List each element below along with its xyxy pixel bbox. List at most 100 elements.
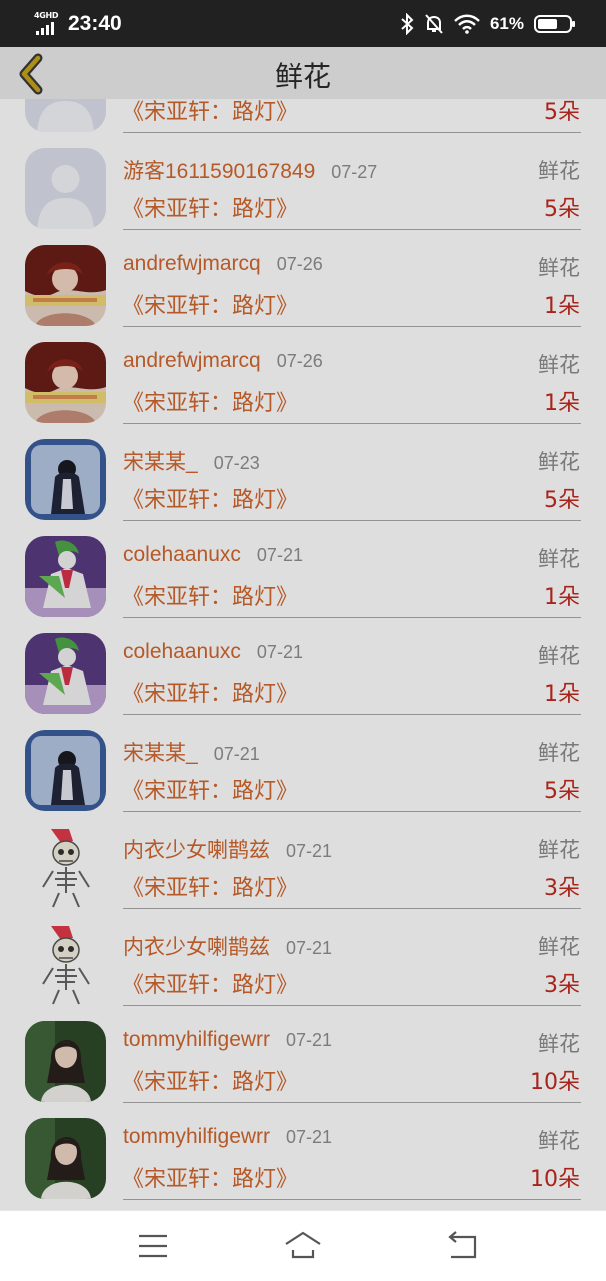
flower-gift-list[interactable]: 《宋亚轩：路灯》 5朵 游客1611590167849 07-27 鲜花 《宋亚轩：路灯》… [0,99,606,1209]
home-button[interactable] [283,1228,323,1264]
flower-count: 10朵 [530,1070,580,1095]
gift-list-item[interactable]: 内衣少女喇鹊兹 07-21 鲜花《宋亚轩：路灯》 3朵 [0,812,606,909]
menu-icon [139,1234,167,1258]
gift-list-item[interactable]: tommyhilfigewrr 07-21 鲜花《宋亚轩：路灯》 10朵 [0,1006,606,1103]
work-title[interactable]: 《宋亚轩：路灯》 [122,676,298,708]
username[interactable]: 宋某某_ 07-23 [123,446,260,476]
flower-count: 3朵 [544,876,580,901]
gift-list-item[interactable]: 宋某某_ 07-21 鲜花《宋亚轩：路灯》 5朵 [0,715,606,812]
gift-type: 鲜花 [538,159,580,183]
gift-date: 07-21 [256,642,303,662]
flower-count: 5朵 [544,488,580,513]
gift-type: 鲜花 [538,644,580,668]
gift-date: 07-26 [276,351,323,371]
divider [123,1199,581,1200]
flower-count: 3朵 [544,973,580,998]
avatar[interactable] [25,439,106,520]
page-title: 鲜花 [274,60,331,93]
work-title[interactable]: 《宋亚轩：路灯》 [122,385,298,417]
avatar[interactable] [25,730,106,811]
work-title[interactable]: 《宋亚轩：路灯》 [122,773,298,805]
back-button[interactable] [12,52,52,96]
network-type: 4GHD [34,10,59,20]
bluetooth-icon [401,12,414,35]
gift-list-item[interactable]: 内衣少女喇鹊兹 07-21 鲜花《宋亚轩：路灯》 3朵 [0,909,606,1006]
username[interactable]: colehaanuxc 07-21 [123,640,303,664]
battery-icon [534,14,575,33]
flower-count: 1朵 [544,585,580,610]
gift-type: 鲜花 [538,741,580,765]
avatar[interactable] [25,245,106,326]
gift-type: 鲜花 [538,1129,580,1153]
battery-percent: 61% [489,13,524,33]
gift-list-item[interactable]: andrefwjmarcq 07-26 鲜花《宋亚轩：路灯》 1朵 [0,230,606,327]
back-icon [448,1231,477,1259]
username[interactable]: andrefwjmarcq 07-26 [123,349,323,373]
gift-list-item[interactable]: 宋某某_ 07-23 鲜花《宋亚轩：路灯》 5朵 [0,424,606,521]
gift-type: 鲜花 [538,353,580,377]
username[interactable]: 内衣少女喇鹊兹 07-21 [123,931,332,961]
work-title[interactable]: 《宋亚轩：路灯》 [122,967,298,999]
flower-count: 1朵 [544,682,580,707]
gift-date: 07-21 [286,841,333,861]
menu-button[interactable] [133,1228,173,1264]
username[interactable]: colehaanuxc 07-21 [123,543,303,567]
app-header: 鲜花 [0,47,606,99]
username[interactable]: 内衣少女喇鹊兹 07-21 [123,834,332,864]
username[interactable]: tommyhilfigewrr 07-21 [123,1125,332,1149]
gift-list-item[interactable]: tommyhilfigewrr 07-21 鲜花《宋亚轩：路灯》 10朵 [0,1103,606,1200]
gift-list-item[interactable]: 游客1611590167849 07-27 鲜花《宋亚轩：路灯》 5朵 [0,133,606,230]
gift-type: 鲜花 [538,547,580,571]
flower-count: 5朵 [544,100,580,125]
work-title[interactable]: 《宋亚轩：路灯》 [122,870,298,902]
work-title[interactable]: 《宋亚轩：路灯》 [122,288,298,320]
username[interactable]: 游客1611590167849 07-27 [123,155,377,185]
signal-icon: 4GHD [34,11,60,37]
work-title[interactable]: 《宋亚轩：路灯》 [122,579,298,611]
work-title[interactable]: 《宋亚轩：路灯》 [122,1161,298,1193]
gift-list-item[interactable]: colehaanuxc 07-21 鲜花《宋亚轩：路灯》 1朵 [0,618,606,715]
work-title[interactable]: 《宋亚轩：路灯》 [122,99,298,126]
avatar[interactable] [25,633,106,714]
gift-date: 07-21 [286,938,333,958]
avatar[interactable] [25,924,106,1005]
flower-count: 5朵 [544,779,580,804]
flower-count: 10朵 [530,1167,580,1192]
flower-count: 1朵 [544,294,580,319]
gift-date: 07-23 [213,453,260,473]
gift-list-item[interactable]: colehaanuxc 07-21 鲜花《宋亚轩：路灯》 1朵 [0,521,606,618]
gift-type: 鲜花 [538,838,580,862]
gift-type: 鲜花 [538,935,580,959]
gift-date: 07-26 [276,254,323,274]
status-bar: 4GHD 23:40 61% [0,0,606,47]
username[interactable]: tommyhilfigewrr 07-21 [123,1028,332,1052]
username[interactable]: 宋某某_ 07-21 [123,737,260,767]
gift-list-item[interactable]: andrefwjmarcq 07-26 鲜花《宋亚轩：路灯》 1朵 [0,327,606,424]
work-title[interactable]: 《宋亚轩：路灯》 [122,191,298,223]
avatar[interactable] [25,99,106,132]
username[interactable]: andrefwjmarcq 07-26 [123,252,323,276]
system-nav-bar [0,1210,606,1281]
avatar[interactable] [25,148,106,229]
gift-date: 07-27 [331,162,378,182]
bell-off-icon [425,13,443,34]
avatar[interactable] [25,342,106,423]
gift-date: 07-21 [256,545,303,565]
gift-list-item[interactable]: 《宋亚轩：路灯》 5朵 [0,99,606,133]
avatar[interactable] [25,827,106,908]
gift-type: 鲜花 [538,1032,580,1056]
flower-count: 1朵 [544,391,580,416]
gift-type: 鲜花 [538,450,580,474]
clock: 23:40 [68,11,122,35]
avatar[interactable] [25,1118,106,1199]
avatar[interactable] [25,1021,106,1102]
home-icon [285,1231,321,1259]
work-title[interactable]: 《宋亚轩：路灯》 [122,1064,298,1096]
gift-type: 鲜花 [538,256,580,280]
wifi-icon [454,14,480,34]
gift-date: 07-21 [213,744,260,764]
flower-count: 5朵 [544,197,580,222]
avatar[interactable] [25,536,106,617]
back-nav-button[interactable] [443,1228,483,1264]
work-title[interactable]: 《宋亚轩：路灯》 [122,482,298,514]
